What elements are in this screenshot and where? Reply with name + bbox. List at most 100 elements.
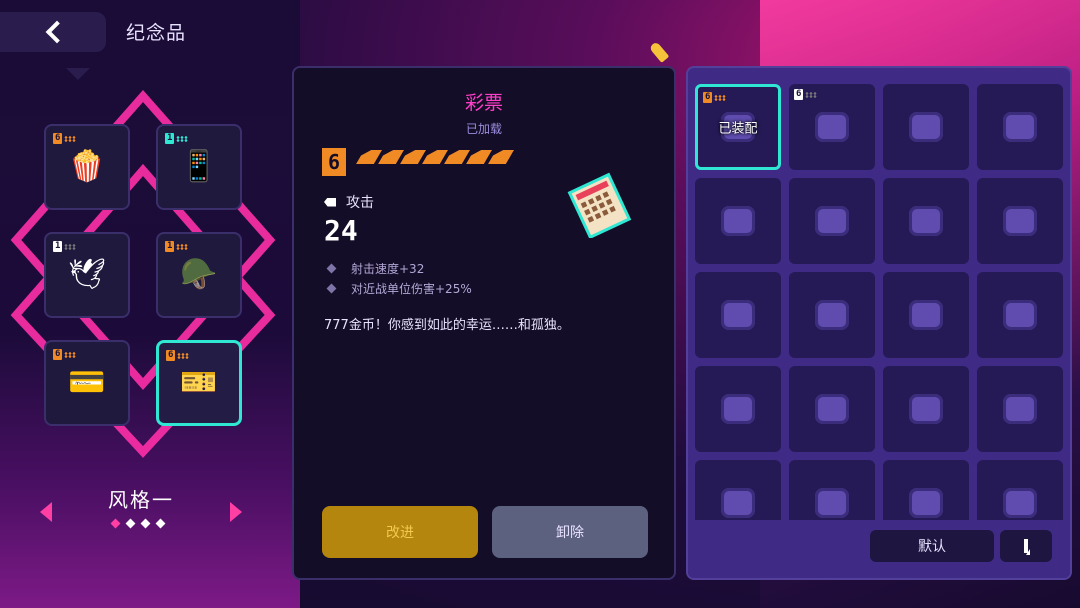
- default-sort-button[interactable]: 默认: [870, 530, 994, 562]
- rarity-dots-icon: [805, 91, 818, 98]
- inventory-item[interactable]: [695, 178, 781, 264]
- level-number: 1: [165, 133, 175, 144]
- equipped-slot[interactable]: 1 🪖: [156, 232, 242, 318]
- stat-item: 对近战单位伤害+25%: [326, 278, 472, 298]
- eye-badge-icon: [815, 300, 849, 330]
- level-badge: 6: [794, 89, 818, 100]
- ghost-icon: [909, 394, 943, 424]
- dove-icon: 🕊: [67, 257, 107, 292]
- tag-icon: [324, 197, 336, 207]
- inventory-item[interactable]: 6 已装配: [695, 84, 781, 170]
- sort-button[interactable]: [1000, 530, 1052, 562]
- equipped-slot[interactable]: 6 💳: [44, 340, 130, 426]
- bullet-icon: [648, 41, 670, 63]
- inventory-item[interactable]: [695, 366, 781, 452]
- stopwatch-icon: [1003, 112, 1037, 142]
- lucky-cat-icon: [721, 300, 755, 330]
- portrait-icon: [1003, 206, 1037, 236]
- popcorn-icon: 🍿: [68, 149, 106, 184]
- level-badge: 6: [703, 92, 727, 103]
- equipped-label: 已装配: [718, 121, 758, 137]
- item-detail-panel: 彩票 已加载 6 攻击 24 射击速度+32 对近战单位伤害+25% 777金币…: [292, 66, 676, 580]
- diamond-bullet-icon: [326, 263, 337, 273]
- attack-row: 攻击: [324, 192, 374, 212]
- attack-label: 攻击: [346, 195, 374, 211]
- inventory-item[interactable]: [977, 178, 1063, 264]
- frog-icon: [721, 488, 755, 518]
- equipped-status: 已加载: [465, 122, 502, 136]
- equipped-slot[interactable]: 6 🍿: [44, 124, 130, 210]
- level-badge: 1: [165, 241, 189, 252]
- equipped-slot[interactable]: 1 📱: [156, 124, 242, 210]
- level-badge: 6: [53, 349, 77, 360]
- upgrade-pip-icon: [400, 150, 426, 164]
- inventory-item[interactable]: [789, 366, 875, 452]
- level-number: 1: [165, 241, 175, 252]
- level-number: 1: [53, 241, 63, 252]
- item-name: 彩票: [464, 92, 503, 114]
- phone-icon: 📱: [180, 149, 218, 184]
- style-pager: [110, 518, 166, 529]
- page-title: 纪念品: [126, 22, 187, 44]
- back-arrow-icon: [45, 20, 69, 44]
- diamond-bullet-icon: [326, 283, 337, 293]
- pager-dot[interactable]: [125, 518, 136, 529]
- upgrade-pip-icon: [422, 150, 448, 164]
- stat-text: 射击速度+32: [351, 261, 425, 276]
- pager-dot[interactable]: [155, 518, 166, 529]
- inventory-item[interactable]: [789, 272, 875, 358]
- lottery-ticket-icon: 🎫: [180, 365, 218, 400]
- inventory-item[interactable]: 6: [789, 84, 875, 170]
- inventory-footer: 默认: [688, 520, 1070, 578]
- sneaker-icon: [815, 112, 849, 142]
- back-button[interactable]: [0, 12, 106, 52]
- upgrade-pip-icon: [378, 150, 404, 164]
- equipped-slot[interactable]: 1 🕊: [44, 232, 130, 318]
- lottery-ticket-icon: [567, 172, 632, 238]
- upgrade-pip-icon: [488, 150, 514, 164]
- inventory-item[interactable]: [883, 366, 969, 452]
- inventory-panel: 6 已装配 6 默认: [686, 66, 1072, 580]
- upgrade-button[interactable]: 改进: [322, 506, 478, 558]
- inventory-item[interactable]: [977, 272, 1063, 358]
- style-prev-arrow-icon[interactable]: [40, 502, 52, 522]
- card-icon: 💳: [68, 365, 106, 400]
- inventory-item[interactable]: [883, 272, 969, 358]
- upgrade-pips: [360, 150, 510, 164]
- rarity-dots-icon: [64, 243, 77, 250]
- crab-icon: [1003, 394, 1037, 424]
- inventory-item[interactable]: [789, 178, 875, 264]
- inventory-item[interactable]: [695, 272, 781, 358]
- level-badge: 6: [166, 350, 190, 361]
- rarity-dots-icon: [176, 135, 189, 142]
- scroll-icon: [815, 488, 849, 518]
- level-number: 6: [166, 350, 176, 361]
- rarity-dots-icon: [64, 351, 77, 358]
- pager-dot[interactable]: [140, 518, 151, 529]
- frog-icon: [721, 394, 755, 424]
- pager-dot[interactable]: [110, 518, 121, 529]
- level-badge: 1: [165, 133, 189, 144]
- inventory-grid: 6 已装配 6: [695, 84, 1063, 546]
- rarity-dots-icon: [177, 352, 190, 359]
- upgrade-pip-icon: [356, 150, 382, 164]
- style-next-arrow-icon[interactable]: [230, 502, 242, 522]
- item-description: 777金币！你感到如此的幸运……和孤独。: [324, 318, 570, 333]
- notch-decoration: [66, 68, 90, 80]
- inventory-item[interactable]: [883, 178, 969, 264]
- leaf-icon: [909, 488, 943, 518]
- style-label: 风格一: [108, 488, 174, 512]
- level-number: 6: [53, 133, 63, 144]
- level-badge: 6: [322, 148, 346, 176]
- toast-icon: [721, 206, 755, 236]
- stats-list: 射击速度+32 对近战单位伤害+25%: [326, 258, 472, 298]
- inventory-item[interactable]: [977, 366, 1063, 452]
- remove-button[interactable]: 卸除: [492, 506, 648, 558]
- cash-icon: [909, 206, 943, 236]
- helmet-icon: 🪖: [180, 257, 218, 292]
- inventory-item[interactable]: [977, 84, 1063, 170]
- equipped-slot[interactable]: 6 🎫: [156, 340, 242, 426]
- rarity-dots-icon: [176, 243, 189, 250]
- level-badge: 1: [53, 241, 77, 252]
- inventory-item[interactable]: [883, 84, 969, 170]
